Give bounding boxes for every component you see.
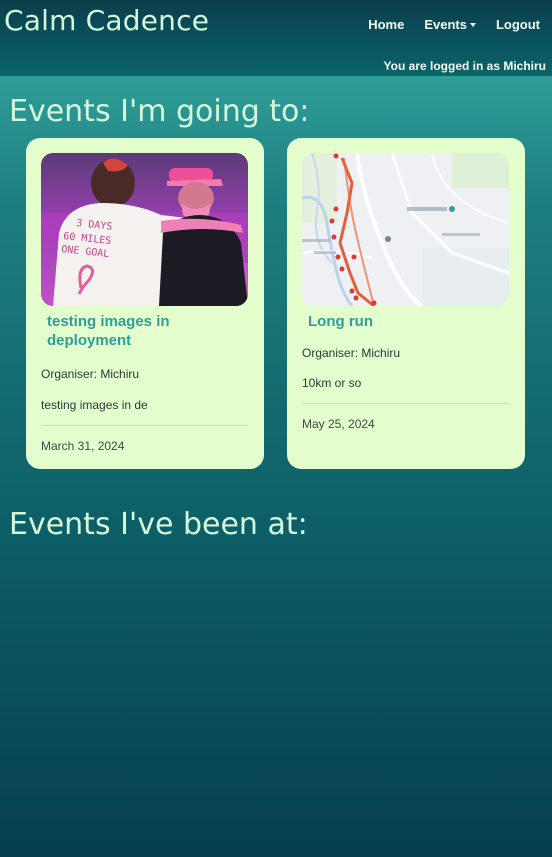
event-date: March 31, 2024 — [41, 439, 125, 453]
event-description: 10km or so — [302, 376, 362, 390]
event-date: May 25, 2024 — [302, 417, 375, 431]
nav-home-link[interactable]: Home — [358, 17, 414, 32]
event-card[interactable]: Long run Organiser: Michiru 10km or so M… — [287, 138, 525, 469]
brand-logo[interactable]: Calm Cadence — [4, 4, 209, 37]
map-route-icon — [302, 153, 509, 306]
nav-logout-link[interactable]: Logout — [486, 17, 540, 32]
navbar: Calm Cadence Home Events Logout You are … — [0, 0, 552, 76]
event-title[interactable]: testing images in deployment — [47, 312, 243, 350]
card-divider — [302, 403, 509, 404]
event-card[interactable]: 3 DAYS 60 MILES ONE GOAL testing images … — [26, 138, 264, 469]
nav-events-label: Events — [424, 17, 467, 32]
photo-event-icon: 3 DAYS 60 MILES ONE GOAL — [41, 153, 248, 306]
event-organiser: Organiser: Michiru — [302, 346, 401, 360]
events-going-heading: Events I'm going to: — [9, 94, 310, 129]
event-organiser: Organiser: Michiru — [41, 367, 140, 381]
event-image[interactable]: 3 DAYS 60 MILES ONE GOAL — [41, 153, 248, 306]
caret-down-icon — [469, 22, 476, 27]
card-divider — [41, 425, 248, 426]
event-title[interactable]: Long run — [308, 312, 504, 331]
nav-links: Home Events Logout — [358, 17, 540, 32]
event-description: testing images in de — [41, 398, 148, 412]
events-been-heading: Events I've been at: — [9, 507, 308, 542]
nav-events-dropdown[interactable]: Events — [414, 17, 486, 32]
logged-in-status: You are logged in as Michiru — [383, 59, 546, 73]
event-image[interactable] — [302, 153, 509, 306]
